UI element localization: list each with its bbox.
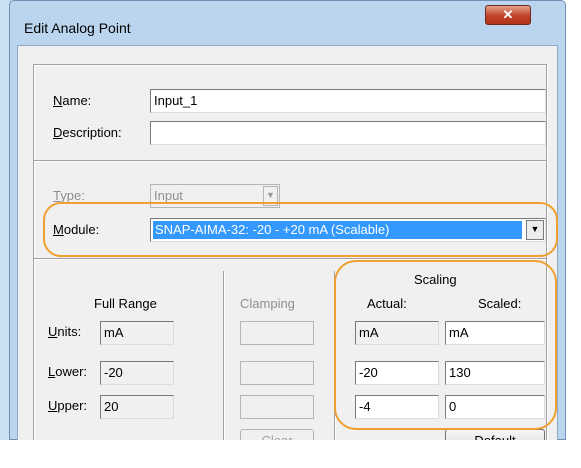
type-value: Input [154,188,183,203]
clamping-units-field [240,321,314,345]
edit-analog-point-dialog: Edit Analog Point ✕ Name: Input_1 Descri… [9,0,566,453]
lower-label: Lower: [48,364,88,379]
dialog-body: Name: Input_1 Description: Type: Input ▼… [17,45,558,453]
type-label: Type: [53,188,85,203]
close-button[interactable]: ✕ [485,5,531,25]
divider [34,160,546,162]
clamping-header: Clamping [240,296,295,311]
upper-label: Upper: [48,398,88,413]
dialog-title: Edit Analog Point [24,20,131,36]
full-range-lower-field: -20 [100,361,174,385]
name-field[interactable]: Input_1 [150,89,546,113]
units-label: Units: [48,324,82,339]
description-field[interactable] [150,121,546,145]
title-bar[interactable]: Edit Analog Point ✕ [10,1,565,45]
module-highlight-annotation [43,202,558,257]
scaling-highlight-annotation [334,260,557,430]
full-range-header: Full Range [94,296,157,311]
divider [223,271,225,446]
description-label: Description: [53,125,122,140]
background-area [0,440,581,468]
chevron-down-icon: ▼ [266,190,275,200]
clamping-lower-field[interactable] [240,361,314,385]
close-icon: ✕ [502,7,514,22]
full-range-upper-field: 20 [100,395,174,419]
name-label: Name: [53,93,92,108]
full-range-units-field: mA [100,321,174,345]
clamping-upper-field[interactable] [240,395,314,419]
